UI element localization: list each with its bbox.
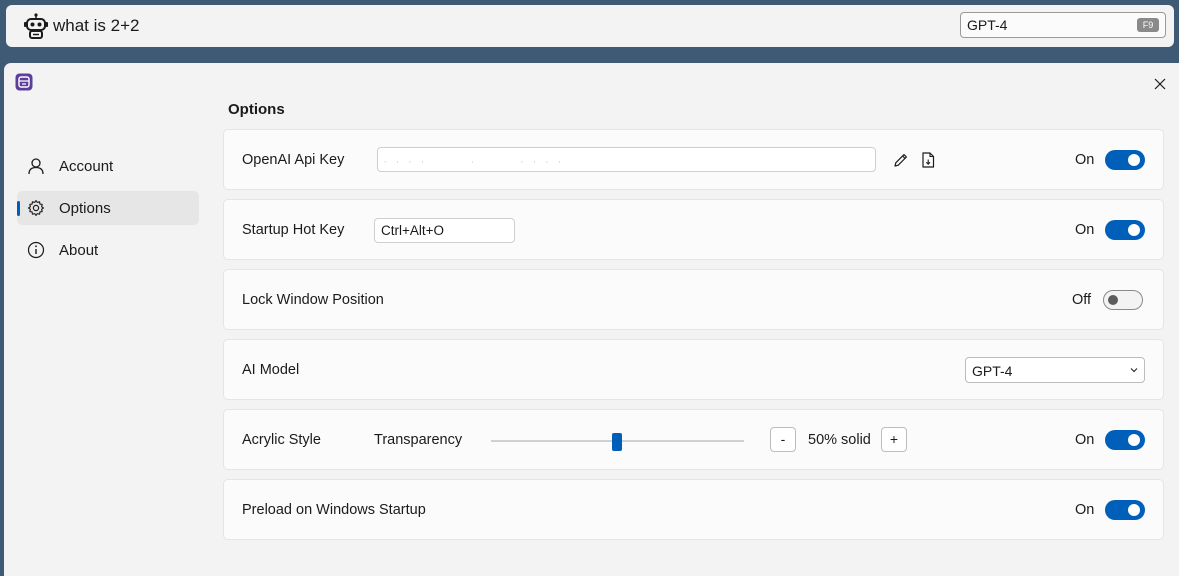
sidebar-item-label: About <box>59 242 99 259</box>
sidebar-item-options[interactable]: Options <box>17 191 199 225</box>
sidebar-nav: Account Options About <box>17 149 199 275</box>
hotkey-toggle[interactable] <box>1105 220 1145 240</box>
toggle-knob <box>1128 154 1140 166</box>
api-key-card: OpenAI Api Key On <box>223 129 1164 190</box>
close-button[interactable] <box>1150 74 1170 94</box>
gear-icon <box>27 199 45 217</box>
close-icon <box>1154 78 1166 90</box>
transparency-slider-thumb[interactable] <box>612 433 622 451</box>
sidebar-item-label: Account <box>59 158 114 175</box>
hotkey-card: Startup Hot Key On <box>223 199 1164 260</box>
preload-card: Preload on Windows Startup On <box>223 479 1164 540</box>
query-bar: what is 2+2 GPT-4 F9 <box>6 5 1174 47</box>
preload-label: Preload on Windows Startup <box>242 502 426 518</box>
save-file-icon[interactable] <box>919 151 937 169</box>
transparency-value: 50% solid <box>808 432 871 448</box>
lock-window-toggle[interactable] <box>1103 290 1143 310</box>
preload-toggle[interactable] <box>1105 500 1145 520</box>
app-icon <box>15 73 33 91</box>
ai-model-dropdown[interactable]: GPT-4 <box>965 357 1145 383</box>
toggle-knob <box>1128 224 1140 236</box>
lock-window-label: Lock Window Position <box>242 292 384 308</box>
transparency-label: Transparency <box>374 432 463 448</box>
hotkey-label: Startup Hot Key <box>242 222 345 238</box>
ai-model-value: GPT-4 <box>972 363 1013 379</box>
lock-window-card: Lock Window Position Off <box>223 269 1164 330</box>
robot-icon <box>24 13 48 39</box>
acrylic-style-label: Acrylic Style <box>242 432 321 448</box>
ai-model-card: AI Model GPT-4 <box>223 339 1164 400</box>
lock-window-toggle-state: Off <box>1072 292 1092 308</box>
acrylic-toggle-state: On <box>1075 432 1095 448</box>
settings-window: Account Options About Options OpenAI Api… <box>4 63 1179 576</box>
increase-button[interactable]: + <box>881 427 907 452</box>
decrease-button[interactable]: - <box>770 427 796 452</box>
api-key-input[interactable] <box>377 147 876 172</box>
api-key-toggle-state: On <box>1075 152 1095 168</box>
ai-model-label: AI Model <box>242 362 300 378</box>
chevron-down-icon <box>1130 368 1138 373</box>
model-selector-value: GPT-4 <box>967 17 1008 33</box>
edit-icon[interactable] <box>892 151 910 169</box>
preload-toggle-state: On <box>1075 502 1095 518</box>
hotkey-badge: F9 <box>1137 18 1159 32</box>
toggle-knob <box>1128 504 1140 516</box>
sidebar-item-about[interactable]: About <box>17 233 199 267</box>
api-key-toggle[interactable] <box>1105 150 1145 170</box>
page-title: Options <box>228 101 285 118</box>
acrylic-style-card: Acrylic Style Transparency - 50% solid +… <box>223 409 1164 470</box>
model-selector[interactable]: GPT-4 F9 <box>960 12 1166 38</box>
toggle-knob <box>1108 295 1118 305</box>
person-icon <box>28 158 44 175</box>
sidebar-item-account[interactable]: Account <box>17 149 199 183</box>
sidebar-item-label: Options <box>59 200 111 217</box>
hotkey-toggle-state: On <box>1075 222 1095 238</box>
acrylic-toggle[interactable] <box>1105 430 1145 450</box>
hotkey-input[interactable] <box>374 218 515 243</box>
toggle-knob <box>1128 434 1140 446</box>
api-key-label: OpenAI Api Key <box>242 152 345 168</box>
query-input[interactable]: what is 2+2 <box>53 16 139 36</box>
info-icon <box>27 241 45 259</box>
